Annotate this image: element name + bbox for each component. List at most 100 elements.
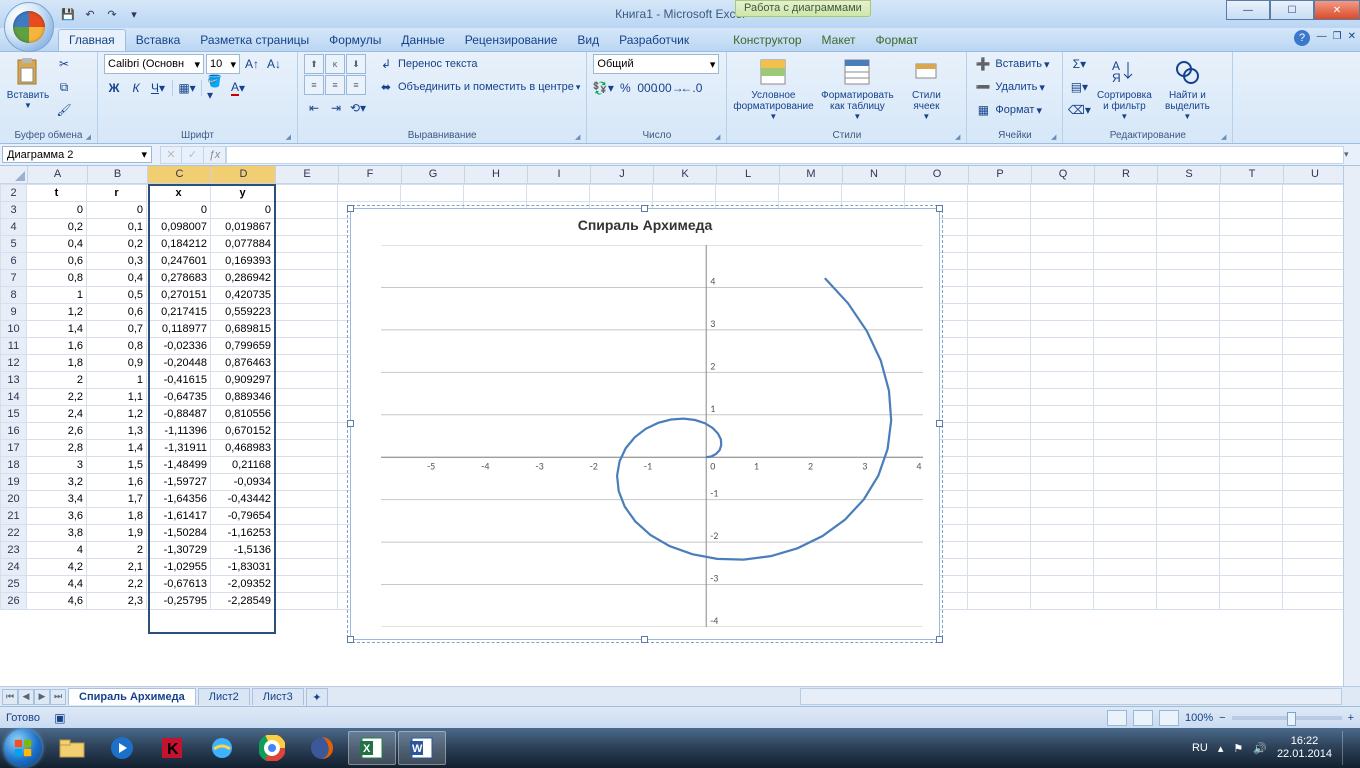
cell-O2[interactable] [905, 185, 968, 202]
cell-Q2[interactable] [1031, 185, 1094, 202]
chart-handle-ne[interactable] [936, 205, 943, 212]
cancel-formula-icon[interactable]: ✕ [160, 146, 182, 164]
cell-P2[interactable] [968, 185, 1031, 202]
cell-A10[interactable]: 1,4 [27, 321, 87, 338]
row-header-22[interactable]: 22 [1, 525, 27, 542]
taskbar-kaspersky-icon[interactable]: K [148, 731, 196, 765]
cell-B19[interactable]: 1,6 [87, 474, 147, 491]
cell-B7[interactable]: 0,4 [87, 270, 147, 287]
cell-E19[interactable] [275, 474, 338, 491]
select-all-corner[interactable] [0, 166, 28, 184]
cell-Q13[interactable] [1031, 372, 1094, 389]
column-header-K[interactable]: K [654, 166, 717, 183]
cell-R18[interactable] [1094, 457, 1157, 474]
cell-C6[interactable]: 0,247601 [147, 253, 211, 270]
cell-A9[interactable]: 1,2 [27, 304, 87, 321]
cell-Q11[interactable] [1031, 338, 1094, 355]
cell-B13[interactable]: 1 [87, 372, 147, 389]
cell-Q23[interactable] [1031, 542, 1094, 559]
cell-S8[interactable] [1157, 287, 1220, 304]
clear-icon[interactable]: ⌫▾ [1069, 100, 1089, 120]
align-top-icon[interactable]: ⬆ [304, 54, 324, 74]
cell-B9[interactable]: 0,6 [87, 304, 147, 321]
row-header-23[interactable]: 23 [1, 542, 27, 559]
cell-A13[interactable]: 2 [27, 372, 87, 389]
cell-U20[interactable] [1283, 491, 1346, 508]
cell-U17[interactable] [1283, 440, 1346, 457]
taskbar-explorer-icon[interactable] [48, 731, 96, 765]
tab-pagelayout[interactable]: Разметка страницы [190, 30, 319, 51]
cell-S12[interactable] [1157, 355, 1220, 372]
paste-button[interactable]: Вставить ▼ [6, 54, 50, 110]
cell-T13[interactable] [1220, 372, 1283, 389]
cell-E18[interactable] [275, 457, 338, 474]
decrease-indent-icon[interactable]: ⇤ [304, 98, 324, 118]
cell-B8[interactable]: 0,5 [87, 287, 147, 304]
cell-D12[interactable]: 0,876463 [211, 355, 275, 372]
cell-A11[interactable]: 1,6 [27, 338, 87, 355]
chart-handle-e[interactable] [936, 420, 943, 427]
expand-formula-bar-icon[interactable]: ▾ [1344, 149, 1358, 160]
cell-S14[interactable] [1157, 389, 1220, 406]
mdi-close-icon[interactable]: ✕ [1348, 31, 1356, 42]
cell-B20[interactable]: 1,7 [87, 491, 147, 508]
align-center-icon[interactable]: ≡ [325, 75, 345, 95]
cell-T19[interactable] [1220, 474, 1283, 491]
cell-C14[interactable]: -0,64735 [147, 389, 211, 406]
sheet-nav-first-icon[interactable]: ⏮ [2, 689, 18, 705]
cell-P4[interactable] [968, 219, 1031, 236]
cell-T4[interactable] [1220, 219, 1283, 236]
cell-Q15[interactable] [1031, 406, 1094, 423]
cell-B18[interactable]: 1,5 [87, 457, 147, 474]
insert-sheet-icon[interactable]: ✦ [306, 688, 328, 706]
align-left-icon[interactable]: ≡ [304, 75, 324, 95]
row-header-12[interactable]: 12 [1, 355, 27, 372]
cell-E25[interactable] [275, 576, 338, 593]
cell-T7[interactable] [1220, 270, 1283, 287]
cell-T3[interactable] [1220, 202, 1283, 219]
cell-T16[interactable] [1220, 423, 1283, 440]
cell-P16[interactable] [968, 423, 1031, 440]
tab-data[interactable]: Данные [391, 30, 454, 51]
cell-I2[interactable] [527, 185, 590, 202]
cell-Q19[interactable] [1031, 474, 1094, 491]
cell-C7[interactable]: 0,278683 [147, 270, 211, 287]
cell-A21[interactable]: 3,6 [27, 508, 87, 525]
cell-U18[interactable] [1283, 457, 1346, 474]
undo-icon[interactable]: ↶ [80, 4, 100, 24]
cell-D9[interactable]: 0,559223 [211, 304, 275, 321]
row-header-6[interactable]: 6 [1, 253, 27, 270]
cell-A4[interactable]: 0,2 [27, 219, 87, 236]
cell-A2[interactable]: t [27, 185, 87, 202]
column-header-C[interactable]: C [148, 166, 212, 183]
cell-B25[interactable]: 2,2 [87, 576, 147, 593]
taskbar-word-icon[interactable]: W [398, 731, 446, 765]
column-header-B[interactable]: B [88, 166, 148, 183]
cell-B14[interactable]: 1,1 [87, 389, 147, 406]
cell-C26[interactable]: -0,25795 [147, 593, 211, 610]
cell-D16[interactable]: 0,670152 [211, 423, 275, 440]
cell-T5[interactable] [1220, 236, 1283, 253]
cell-D18[interactable]: 0,21168 [211, 457, 275, 474]
column-header-O[interactable]: O [906, 166, 969, 183]
cell-A8[interactable]: 1 [27, 287, 87, 304]
cell-C24[interactable]: -1,02955 [147, 559, 211, 576]
view-page-layout-icon[interactable] [1133, 710, 1153, 726]
office-button[interactable] [4, 2, 54, 52]
tab-view[interactable]: Вид [567, 30, 609, 51]
cell-A22[interactable]: 3,8 [27, 525, 87, 542]
cell-Q3[interactable] [1031, 202, 1094, 219]
view-page-break-icon[interactable] [1159, 710, 1179, 726]
cell-P11[interactable] [968, 338, 1031, 355]
cell-U26[interactable] [1283, 593, 1346, 610]
cell-P17[interactable] [968, 440, 1031, 457]
cell-R22[interactable] [1094, 525, 1157, 542]
cell-E16[interactable] [275, 423, 338, 440]
cell-P7[interactable] [968, 270, 1031, 287]
cell-R10[interactable] [1094, 321, 1157, 338]
cell-C22[interactable]: -1,50284 [147, 525, 211, 542]
row-header-16[interactable]: 16 [1, 423, 27, 440]
cell-Q24[interactable] [1031, 559, 1094, 576]
cell-F2[interactable] [338, 185, 401, 202]
cell-B15[interactable]: 1,2 [87, 406, 147, 423]
